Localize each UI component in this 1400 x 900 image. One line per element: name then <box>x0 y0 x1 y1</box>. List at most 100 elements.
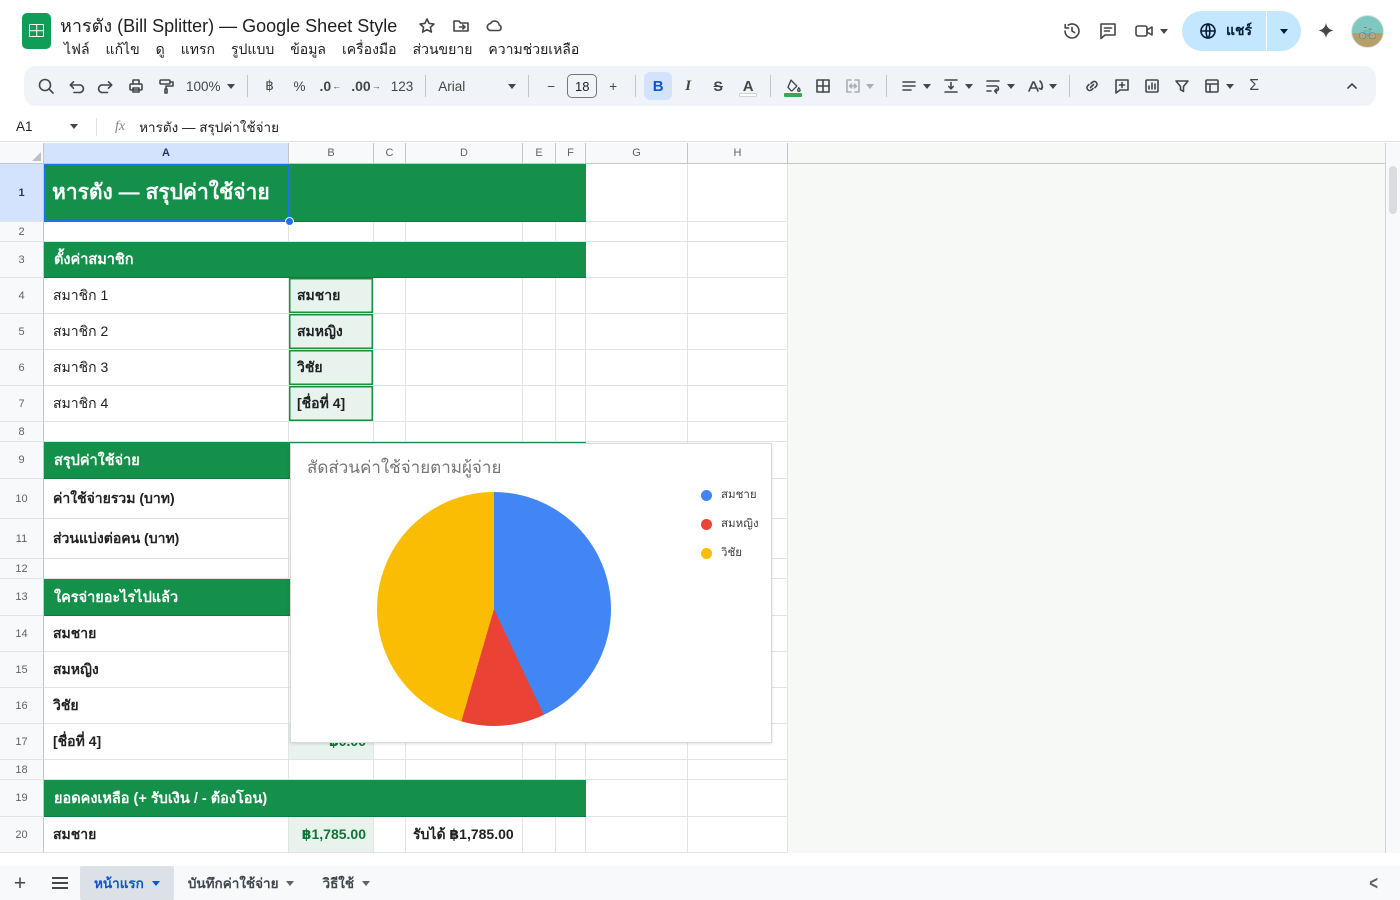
increase-font-size-button[interactable]: + <box>599 72 627 100</box>
cell-F6[interactable] <box>556 350 586 386</box>
column-header-F[interactable]: F <box>556 143 586 164</box>
cell-A8[interactable] <box>44 422 289 442</box>
section-band-row-19[interactable]: ยอดคงเหลือ (+ รับเงิน / - ต้องโอน) <box>44 780 586 817</box>
menu-5[interactable]: ข้อมูล <box>282 36 334 64</box>
cell-A1[interactable]: หารตัง — สรุปค่าใช้จ่าย <box>44 176 270 209</box>
column-header-D[interactable]: D <box>406 143 523 164</box>
cell-H6[interactable] <box>688 350 788 386</box>
borders-button[interactable] <box>809 72 837 100</box>
cell-H5[interactable] <box>688 314 788 350</box>
row-header-3[interactable]: 3 <box>0 242 44 278</box>
cell-G3[interactable] <box>586 242 688 278</box>
column-header-G[interactable]: G <box>586 143 688 164</box>
menu-1[interactable]: แก้ไข <box>98 36 148 64</box>
row-header-2[interactable]: 2 <box>0 222 44 242</box>
cell-B20[interactable]: ฿1,785.00 <box>289 817 374 853</box>
cloud-saved-icon[interactable] <box>485 16 505 36</box>
scrollbar-thumb[interactable] <box>1389 166 1397 214</box>
menu-4[interactable]: รูปแบบ <box>223 36 282 64</box>
cell-A4[interactable]: สมาชิก 1 <box>44 278 289 314</box>
cell-A7[interactable]: สมาชิก 4 <box>44 386 289 422</box>
comments-icon[interactable] <box>1097 20 1119 42</box>
cell-G8[interactable] <box>586 422 688 442</box>
cell-A13[interactable]: ใครจ่ายอะไรไปแล้ว <box>44 586 178 609</box>
gemini-icon[interactable] <box>1315 20 1337 42</box>
text-color-button[interactable]: A <box>734 72 762 100</box>
row-header-7[interactable]: 7 <box>0 386 44 422</box>
cell-B2[interactable] <box>289 222 374 242</box>
insert-chart-button[interactable] <box>1138 72 1166 100</box>
cell-G18[interactable] <box>586 760 688 780</box>
bold-button[interactable]: B <box>644 72 672 100</box>
create-filter-button[interactable] <box>1168 72 1196 100</box>
functions-button[interactable]: Σ <box>1240 72 1268 100</box>
row-header-20[interactable]: 20 <box>0 817 44 853</box>
cell-G20[interactable] <box>586 817 688 853</box>
account-avatar[interactable]: 🚲 <box>1351 15 1384 48</box>
cell-A10[interactable]: ค่าใช้จ่ายรวม (บาท) <box>44 479 289 519</box>
insert-comment-button[interactable] <box>1108 72 1136 100</box>
cell-F7[interactable] <box>556 386 586 422</box>
cell-A17[interactable]: [ชื่อที่ 4] <box>44 724 289 760</box>
menu-3[interactable]: แทรก <box>173 36 223 64</box>
menu-8[interactable]: ความช่วยเหลือ <box>480 36 587 64</box>
cell-H19[interactable] <box>688 780 788 817</box>
column-header-B[interactable]: B <box>289 143 374 164</box>
cell-C7[interactable] <box>374 386 406 422</box>
row-header-6[interactable]: 6 <box>0 350 44 386</box>
print-button[interactable] <box>122 72 150 100</box>
cell-A14[interactable]: สมชาย <box>44 616 289 652</box>
cell-B6[interactable]: วิชัย <box>289 350 374 386</box>
cell-H18[interactable] <box>688 760 788 780</box>
row-header-13[interactable]: 13 <box>0 579 44 616</box>
share-button[interactable]: แชร์ <box>1182 11 1266 51</box>
vertical-align-button[interactable] <box>937 72 977 100</box>
cell-D8[interactable] <box>406 422 523 442</box>
row-header-10[interactable]: 10 <box>0 479 44 519</box>
cell-A5[interactable]: สมาชิก 2 <box>44 314 289 350</box>
sheet-tab-menu-caret[interactable] <box>362 881 370 886</box>
horizontal-align-button[interactable] <box>895 72 935 100</box>
move-folder-icon[interactable] <box>451 16 471 36</box>
cell-C4[interactable] <box>374 278 406 314</box>
cell-C5[interactable] <box>374 314 406 350</box>
vertical-scrollbar[interactable] <box>1385 143 1400 853</box>
cell-A12[interactable] <box>44 559 289 579</box>
menu-7[interactable]: ส่วนขยาย <box>405 36 481 64</box>
section-band-row-1[interactable]: หารตัง — สรุปค่าใช้จ่าย <box>44 164 586 222</box>
menu-6[interactable]: เครื่องมือ <box>334 36 405 64</box>
fill-color-button[interactable] <box>779 72 807 100</box>
cell-B7[interactable]: [ชื่อที่ 4] <box>289 386 374 422</box>
cell-D18[interactable] <box>406 760 523 780</box>
cell-H1[interactable] <box>688 164 788 222</box>
cell-A20[interactable]: สมชาย <box>44 817 289 853</box>
fill-handle[interactable] <box>285 217 294 226</box>
font-size-input[interactable]: 18 <box>567 74 597 98</box>
tab-scroll-left-icon[interactable]: < <box>1369 872 1378 894</box>
cell-A15[interactable]: สมหญิง <box>44 652 289 688</box>
add-sheet-button[interactable]: + <box>0 873 40 894</box>
cell-A2[interactable] <box>44 222 289 242</box>
sheet-tab-1[interactable]: บันทึกค่าใช้จ่าย <box>174 866 309 900</box>
cell-E6[interactable] <box>523 350 556 386</box>
cell-C18[interactable] <box>374 760 406 780</box>
all-sheets-button[interactable] <box>40 877 80 889</box>
cell-G4[interactable] <box>586 278 688 314</box>
sheet-tab-menu-caret[interactable] <box>152 881 160 886</box>
row-header-8[interactable]: 8 <box>0 422 44 442</box>
row-header-16[interactable]: 16 <box>0 688 44 724</box>
zoom-selector[interactable]: 100% <box>182 72 239 100</box>
cell-H7[interactable] <box>688 386 788 422</box>
italic-button[interactable]: I <box>674 72 702 100</box>
cell-C8[interactable] <box>374 422 406 442</box>
row-header-4[interactable]: 4 <box>0 278 44 314</box>
star-icon[interactable] <box>417 16 437 36</box>
meet-button[interactable] <box>1133 20 1168 42</box>
merge-cells-button[interactable] <box>839 72 878 100</box>
paint-format-button[interactable] <box>152 72 180 100</box>
percent-format-button[interactable]: % <box>286 72 314 100</box>
cell-F8[interactable] <box>556 422 586 442</box>
cell-A6[interactable]: สมาชิก 3 <box>44 350 289 386</box>
cell-H20[interactable] <box>688 817 788 853</box>
cell-E8[interactable] <box>523 422 556 442</box>
